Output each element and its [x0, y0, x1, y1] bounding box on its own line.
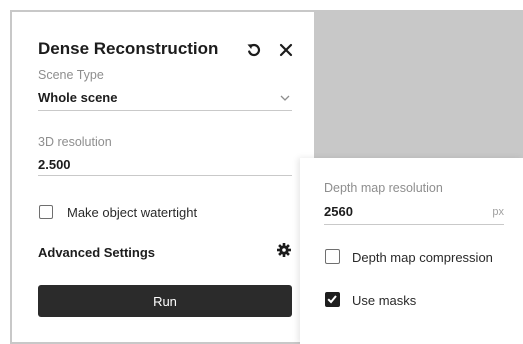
depth-resolution-label: Depth map resolution — [324, 181, 443, 195]
watertight-checkbox[interactable] — [39, 205, 53, 219]
depth-resolution-underline — [324, 224, 504, 225]
dense-reconstruction-panel: Dense Reconstruction Scene Type Whole sc… — [12, 12, 314, 342]
scene-type-value: Whole scene — [38, 90, 118, 105]
depth-compression-label: Depth map compression — [352, 250, 493, 265]
advanced-settings-popup: Depth map resolution 2560 px Depth map c… — [300, 158, 523, 344]
gear-icon — [277, 243, 291, 257]
panel-title: Dense Reconstruction — [38, 39, 219, 58]
resolution-underline — [38, 175, 292, 176]
depth-resolution-unit: px — [492, 206, 504, 218]
reset-button[interactable] — [244, 39, 264, 61]
scene-type-underline — [38, 110, 292, 111]
checkmark-icon — [327, 295, 337, 304]
resolution-value: 2.500 — [38, 157, 71, 172]
panel-header: Dense Reconstruction — [38, 39, 296, 65]
watertight-label: Make object watertight — [67, 205, 198, 220]
chevron-down-icon — [280, 95, 290, 101]
use-masks-checkbox[interactable] — [325, 292, 340, 307]
run-button[interactable]: Run — [38, 285, 292, 317]
depth-compression-checkbox[interactable] — [325, 249, 340, 264]
scene-type-select[interactable]: Whole scene — [38, 88, 292, 110]
advanced-settings-button[interactable] — [276, 242, 294, 260]
depth-resolution-input[interactable]: 2560 px — [324, 202, 504, 224]
undo-icon — [247, 43, 261, 57]
depth-resolution-value: 2560 — [324, 204, 353, 219]
use-masks-label: Use masks — [352, 293, 417, 308]
resolution-label: 3D resolution — [38, 135, 112, 149]
advanced-settings-label: Advanced Settings — [38, 245, 156, 260]
close-button[interactable] — [276, 39, 296, 61]
scene-type-label: Scene Type — [38, 68, 104, 82]
run-button-label: Run — [153, 293, 177, 309]
close-icon — [279, 43, 293, 57]
resolution-input[interactable]: 2.500 — [38, 155, 292, 177]
